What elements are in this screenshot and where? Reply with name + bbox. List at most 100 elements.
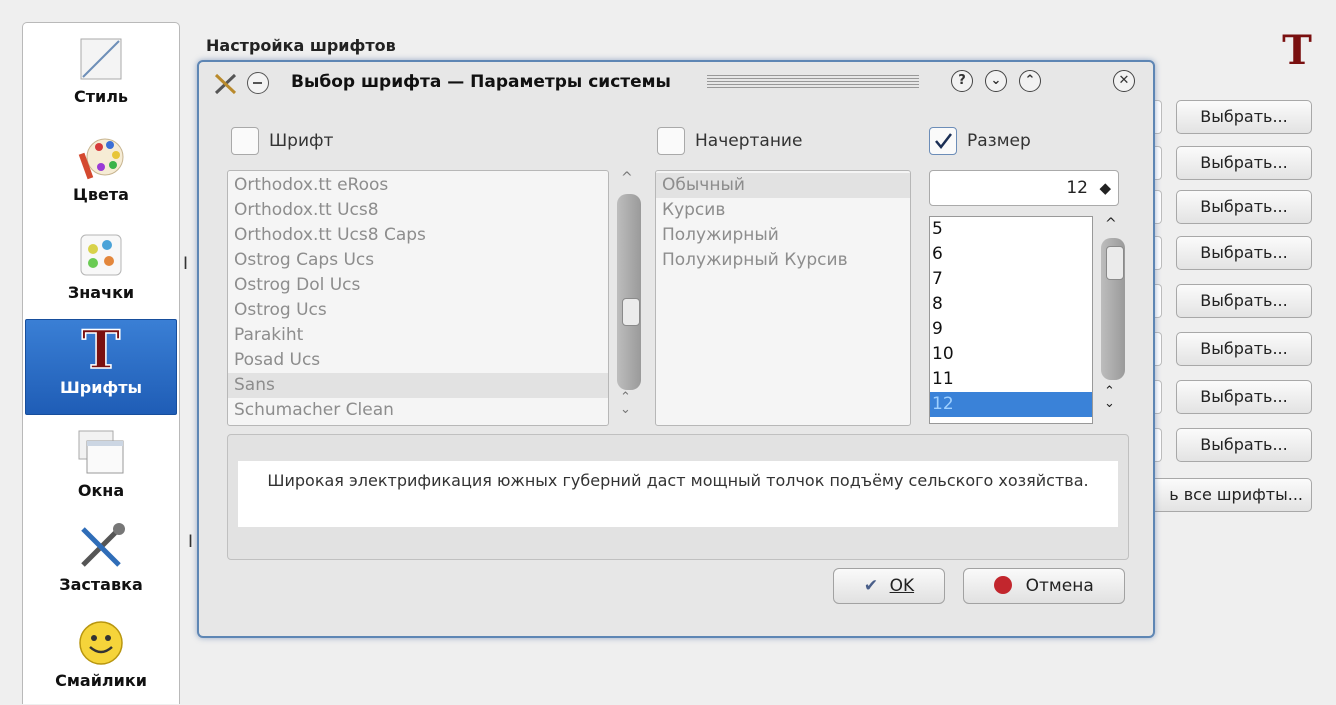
windows-icon (78, 430, 124, 474)
font-preview-frame: Широкая электрификация южных губерний да… (227, 434, 1129, 560)
choose-font-button[interactable]: Выбрать... (1176, 332, 1312, 366)
font-family-checkbox-label: Шрифт (269, 131, 334, 151)
sidebar-item-windows[interactable]: Окна (25, 427, 177, 519)
minimize-button[interactable]: ⌄ (985, 70, 1007, 92)
list-item[interactable]: 9 (930, 317, 1092, 342)
cancel-icon (994, 576, 1013, 594)
icons-icon (80, 234, 122, 276)
scroll-down-icon[interactable]: ⌃ ⌄ (1104, 385, 1115, 410)
list-item-selected[interactable]: Sans (228, 373, 608, 398)
scroll-thumb[interactable] (1106, 246, 1124, 280)
ok-label: OK (889, 576, 915, 596)
choose-font-button[interactable]: Выбрать... (1176, 380, 1312, 414)
list-item-selected[interactable]: Обычный (656, 173, 910, 198)
choose-font-button[interactable]: Выбрать... (1176, 284, 1312, 318)
font-style-list[interactable]: Обычный Курсив Полужирный Полужирный Кур… (655, 170, 911, 426)
sidebar-item-smileys[interactable]: Смайлики (25, 617, 177, 705)
font-preview-text[interactable]: Широкая электрификация южных губерний да… (238, 461, 1118, 527)
list-item[interactable]: Orthodox.tt Ucs8 Caps (228, 223, 608, 248)
sidebar-item-colors[interactable]: Цвета (25, 131, 177, 223)
font-style-checkbox[interactable] (657, 127, 685, 155)
sidebar-item-label: Окна (77, 481, 125, 500)
font-size-list[interactable]: 5 6 7 8 9 10 11 12 (929, 216, 1093, 424)
page-title: Настройка шрифтов (206, 36, 396, 55)
list-item[interactable]: Parakiht (228, 323, 608, 348)
checkmark-icon (935, 133, 952, 149)
fonts-icon: T (1282, 28, 1312, 68)
dialog-titlebar[interactable]: Выбор шрифта — Параметры системы ? ⌄ ⌃ ✕ (199, 62, 1153, 102)
titlebar-drag-lines (707, 75, 919, 89)
maximize-button[interactable]: ⌃ (1019, 70, 1041, 92)
fonts-icon: T (81, 320, 122, 376)
close-button[interactable]: ✕ (1113, 70, 1135, 92)
list-item[interactable]: Курсив (656, 198, 910, 223)
sidebar-item-label: Стиль (73, 87, 129, 106)
list-item[interactable]: Orthodox.tt eRoos (228, 173, 608, 198)
scroll-up-icon[interactable]: ^ (1105, 216, 1117, 232)
list-item[interactable]: 7 (930, 267, 1092, 292)
font-size-checkbox-label: Размер (967, 131, 1031, 151)
tools-icon (214, 73, 237, 95)
choose-font-button[interactable]: Выбрать... (1176, 100, 1312, 134)
sidebar-item-style[interactable]: Стиль (25, 33, 177, 125)
font-style-filter[interactable]: Начертание (657, 126, 802, 156)
window-menu-icon[interactable] (247, 72, 269, 94)
scroll-track[interactable] (1101, 238, 1125, 380)
font-list-scrollbar[interactable]: ^ ⌃ ⌄ (615, 170, 641, 426)
size-list-scrollbar[interactable]: ^ ⌃ ⌄ (1099, 216, 1125, 424)
list-item-selected[interactable]: 12 (930, 392, 1092, 417)
spin-arrows-icon[interactable]: ◆ (1099, 171, 1111, 205)
svg-text:T: T (1282, 28, 1312, 68)
font-size-filter[interactable]: Размер (929, 126, 1031, 156)
ok-button[interactable]: ✔ OK (833, 568, 945, 604)
scroll-down-icon[interactable]: ⌃ ⌄ (620, 391, 631, 416)
list-item[interactable]: 5 (930, 217, 1092, 242)
list-item[interactable]: 8 (930, 292, 1092, 317)
scroll-track[interactable] (617, 194, 641, 390)
smiley-icon (79, 621, 123, 665)
sidebar-item-label: Заставка (59, 575, 143, 594)
choose-font-button[interactable]: Выбрать... (1176, 146, 1312, 180)
font-family-checkbox[interactable] (231, 127, 259, 155)
background-stub-text: I (183, 254, 189, 274)
help-button[interactable]: ? (951, 70, 973, 92)
font-size-value: 12 (1066, 178, 1088, 198)
scroll-thumb[interactable] (622, 298, 640, 326)
list-item[interactable]: Ostrog Caps Ucs (228, 248, 608, 273)
dialog-title: Выбор шрифта — Параметры системы (291, 72, 671, 92)
list-item[interactable]: Ostrog Ucs (228, 298, 608, 323)
sidebar: Стиль Цвета Значки T Шрифты Окна Заставк… (22, 22, 180, 704)
sidebar-item-label: Значки (67, 283, 135, 302)
list-item[interactable]: 11 (930, 367, 1092, 392)
list-item[interactable]: 6 (930, 242, 1092, 267)
list-item[interactable]: Полужирный Курсив (656, 248, 910, 273)
colors-icon (78, 138, 124, 180)
sidebar-item-label: Смайлики (55, 671, 147, 690)
font-size-spinbox[interactable]: 12 ◆ (929, 170, 1119, 206)
sidebar-item-label: Шрифты (59, 378, 143, 397)
adjust-all-fonts-button[interactable]: ь все шрифты... (1150, 478, 1312, 512)
font-family-list[interactable]: Orthodox.tt eRoos Orthodox.tt Ucs8 Ortho… (227, 170, 609, 426)
choose-font-button[interactable]: Выбрать... (1176, 428, 1312, 462)
tools-icon (81, 523, 125, 567)
style-icon (80, 38, 122, 80)
font-family-filter[interactable]: Шрифт (231, 126, 333, 156)
list-item[interactable]: Ostrog Dol Ucs (228, 273, 608, 298)
choose-font-button[interactable]: Выбрать... (1176, 190, 1312, 224)
choose-font-button[interactable]: Выбрать... (1176, 236, 1312, 270)
list-item[interactable]: Posad Ucs (228, 348, 608, 373)
font-size-checkbox[interactable] (929, 127, 957, 155)
sidebar-item-fonts[interactable]: T Шрифты (25, 319, 177, 415)
list-item[interactable]: Orthodox.tt Ucs8 (228, 198, 608, 223)
sidebar-item-screensaver[interactable]: Заставка (25, 521, 177, 613)
sidebar-item-icons[interactable]: Значки (25, 229, 177, 321)
scroll-up-icon[interactable]: ^ (621, 170, 633, 186)
list-item[interactable]: 10 (930, 342, 1092, 367)
sidebar-item-label: Цвета (73, 185, 129, 204)
list-item[interactable]: Полужирный (656, 223, 910, 248)
cancel-label: Отмена (1025, 576, 1094, 596)
cancel-button[interactable]: Отмена (963, 568, 1125, 604)
svg-text:T: T (82, 320, 121, 376)
list-item[interactable]: Schumacher Clean (228, 398, 608, 423)
background-stub-text: I (188, 532, 194, 552)
